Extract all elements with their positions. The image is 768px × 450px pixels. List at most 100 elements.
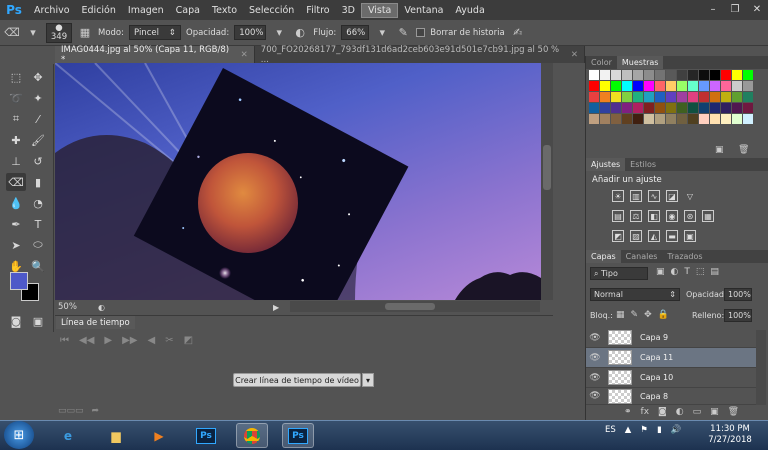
tab-timeline[interactable]: Línea de tiempo	[56, 316, 135, 329]
color-swatch[interactable]	[611, 81, 621, 91]
color-swatch[interactable]	[611, 103, 621, 113]
selective-color-icon[interactable]: ▣	[684, 230, 696, 242]
lock-position-icon[interactable]: ✥	[644, 310, 652, 320]
layer-style-icon[interactable]: fx	[641, 407, 650, 417]
color-swatch[interactable]	[677, 103, 687, 113]
color-swatch[interactable]	[732, 103, 742, 113]
brush-panel-icon[interactable]: ▦	[77, 25, 93, 41]
link-layers-icon[interactable]: ⚭	[624, 407, 632, 417]
color-swatch[interactable]	[633, 81, 643, 91]
color-swatch[interactable]	[732, 81, 742, 91]
color-lookup-icon[interactable]: ▦	[702, 210, 714, 222]
color-swatch[interactable]	[732, 92, 742, 102]
color-swatch[interactable]	[644, 92, 654, 102]
menu-edicion[interactable]: Edición	[76, 0, 122, 20]
airbrush-icon[interactable]: ✎	[395, 25, 411, 41]
color-swatch[interactable]	[589, 92, 599, 102]
adjust-filter-icon[interactable]: ◐	[671, 267, 679, 277]
color-swatch[interactable]	[622, 81, 632, 91]
tab-trazados[interactable]: Trazados	[662, 250, 707, 263]
color-swatch[interactable]	[699, 114, 709, 124]
new-swatch-icon[interactable]: ▣	[715, 145, 724, 155]
color-swatch[interactable]	[688, 114, 698, 124]
color-swatch[interactable]	[622, 114, 632, 124]
lasso-tool-icon[interactable]: ➰	[6, 89, 26, 107]
next-frame-icon[interactable]: ▶▶	[122, 335, 137, 346]
tab-imag0444[interactable]: IMAG0444.jpg al 50% (Capa 11, RGB/8) * ✕	[55, 45, 255, 65]
layer-row-capa-8[interactable]: 👁 Capa 8	[586, 388, 756, 405]
dodge-tool-icon[interactable]: ◔	[28, 194, 48, 212]
eye-icon[interactable]: 👁	[586, 373, 604, 383]
color-swatch[interactable]	[633, 114, 643, 124]
split-icon[interactable]: ✂	[165, 335, 173, 346]
color-swatch[interactable]	[721, 81, 731, 91]
color-swatch[interactable]	[710, 70, 720, 80]
tab-capas[interactable]: Capas	[586, 250, 621, 263]
shape-filter-icon[interactable]: ⬚	[696, 267, 705, 277]
color-swatch[interactable]	[710, 114, 720, 124]
gradient-map-icon[interactable]: ▬	[666, 230, 678, 242]
eye-icon[interactable]: 👁	[586, 333, 604, 343]
smart-filter-icon[interactable]: ▤	[710, 267, 719, 277]
color-swatch[interactable]	[611, 70, 621, 80]
flow-input[interactable]: 66%	[341, 25, 370, 40]
restore-button[interactable]: ❐	[724, 0, 746, 18]
color-swatch[interactable]	[743, 70, 753, 80]
magic-wand-tool-icon[interactable]: ✦	[28, 89, 48, 107]
color-swatch[interactable]	[677, 114, 687, 124]
color-swatch[interactable]	[699, 103, 709, 113]
layers-scrollbar[interactable]	[756, 330, 766, 405]
color-swatch[interactable]	[699, 81, 709, 91]
layer-row-capa-10[interactable]: 👁 Capa 10	[586, 368, 756, 388]
fill-input[interactable]: 100%	[724, 309, 752, 322]
color-swatch[interactable]	[589, 70, 599, 80]
menu-ayuda[interactable]: Ayuda	[449, 0, 490, 20]
healing-brush-tool-icon[interactable]: ✚	[6, 131, 26, 149]
chrome-icon[interactable]	[236, 423, 268, 448]
blur-tool-icon[interactable]: 💧	[6, 194, 26, 212]
color-swatch[interactable]	[589, 103, 599, 113]
brightness-contrast-icon[interactable]: ☀	[612, 190, 624, 202]
menu-filtro[interactable]: Filtro	[300, 0, 335, 20]
play-icon[interactable]: ▶	[104, 335, 112, 346]
eraser-tool-icon[interactable]: ⌫	[6, 173, 26, 191]
menu-imagen[interactable]: Imagen	[122, 0, 170, 20]
color-swatch[interactable]	[644, 70, 654, 80]
color-swatch[interactable]	[721, 70, 731, 80]
color-swatch[interactable]	[644, 81, 654, 91]
pen-tool-icon[interactable]: ✒	[6, 215, 26, 233]
info-icon[interactable]: ◐	[98, 303, 105, 312]
pixel-filter-icon[interactable]: ▣	[656, 267, 665, 277]
menu-vista[interactable]: Vista	[360, 2, 399, 18]
minimize-button[interactable]: –	[702, 0, 724, 18]
menu-ventana[interactable]: Ventana	[398, 0, 449, 20]
mode-select[interactable]: Pincel ⇕	[129, 25, 181, 40]
tab-canales[interactable]: Canales	[621, 250, 663, 263]
start-button[interactable]: ⊞	[4, 421, 34, 449]
ellipse-tool-icon[interactable]: ⬭	[28, 236, 48, 254]
action-center-icon[interactable]: ⚑	[640, 425, 648, 435]
frame-view-icon[interactable]: ▭▭▭	[58, 406, 84, 416]
lock-all-icon[interactable]: 🔒	[658, 310, 669, 320]
crop-tool-icon[interactable]: ⌗	[6, 110, 26, 128]
tab-color[interactable]: Color	[586, 56, 617, 69]
curves-icon[interactable]: ∿	[648, 190, 660, 202]
zoom-level[interactable]: 50%	[58, 302, 94, 312]
close-button[interactable]: ✕	[746, 0, 768, 18]
foreground-color-swatch[interactable]	[10, 272, 28, 290]
pressure-opacity-icon[interactable]: ◐	[292, 25, 308, 41]
status-arrow-icon[interactable]: ▶	[273, 303, 279, 312]
color-swatch[interactable]	[600, 114, 610, 124]
color-swatch[interactable]	[666, 81, 676, 91]
color-swatch[interactable]	[699, 70, 709, 80]
brush-size-picker[interactable]: ● 349	[46, 22, 72, 43]
eye-icon[interactable]: 👁	[586, 391, 604, 401]
tab-muestras[interactable]: Muestras	[616, 56, 664, 69]
color-swatch[interactable]	[600, 103, 610, 113]
brush-tool-icon[interactable]: 🖌	[28, 131, 48, 149]
color-swatch[interactable]	[721, 92, 731, 102]
eyedropper-tool-icon[interactable]: ⁄	[28, 110, 48, 128]
show-hidden-icons-icon[interactable]: ▲	[625, 425, 632, 435]
photoshop-active-taskbar-icon[interactable]: Ps	[282, 423, 314, 448]
color-swatch[interactable]	[721, 114, 731, 124]
